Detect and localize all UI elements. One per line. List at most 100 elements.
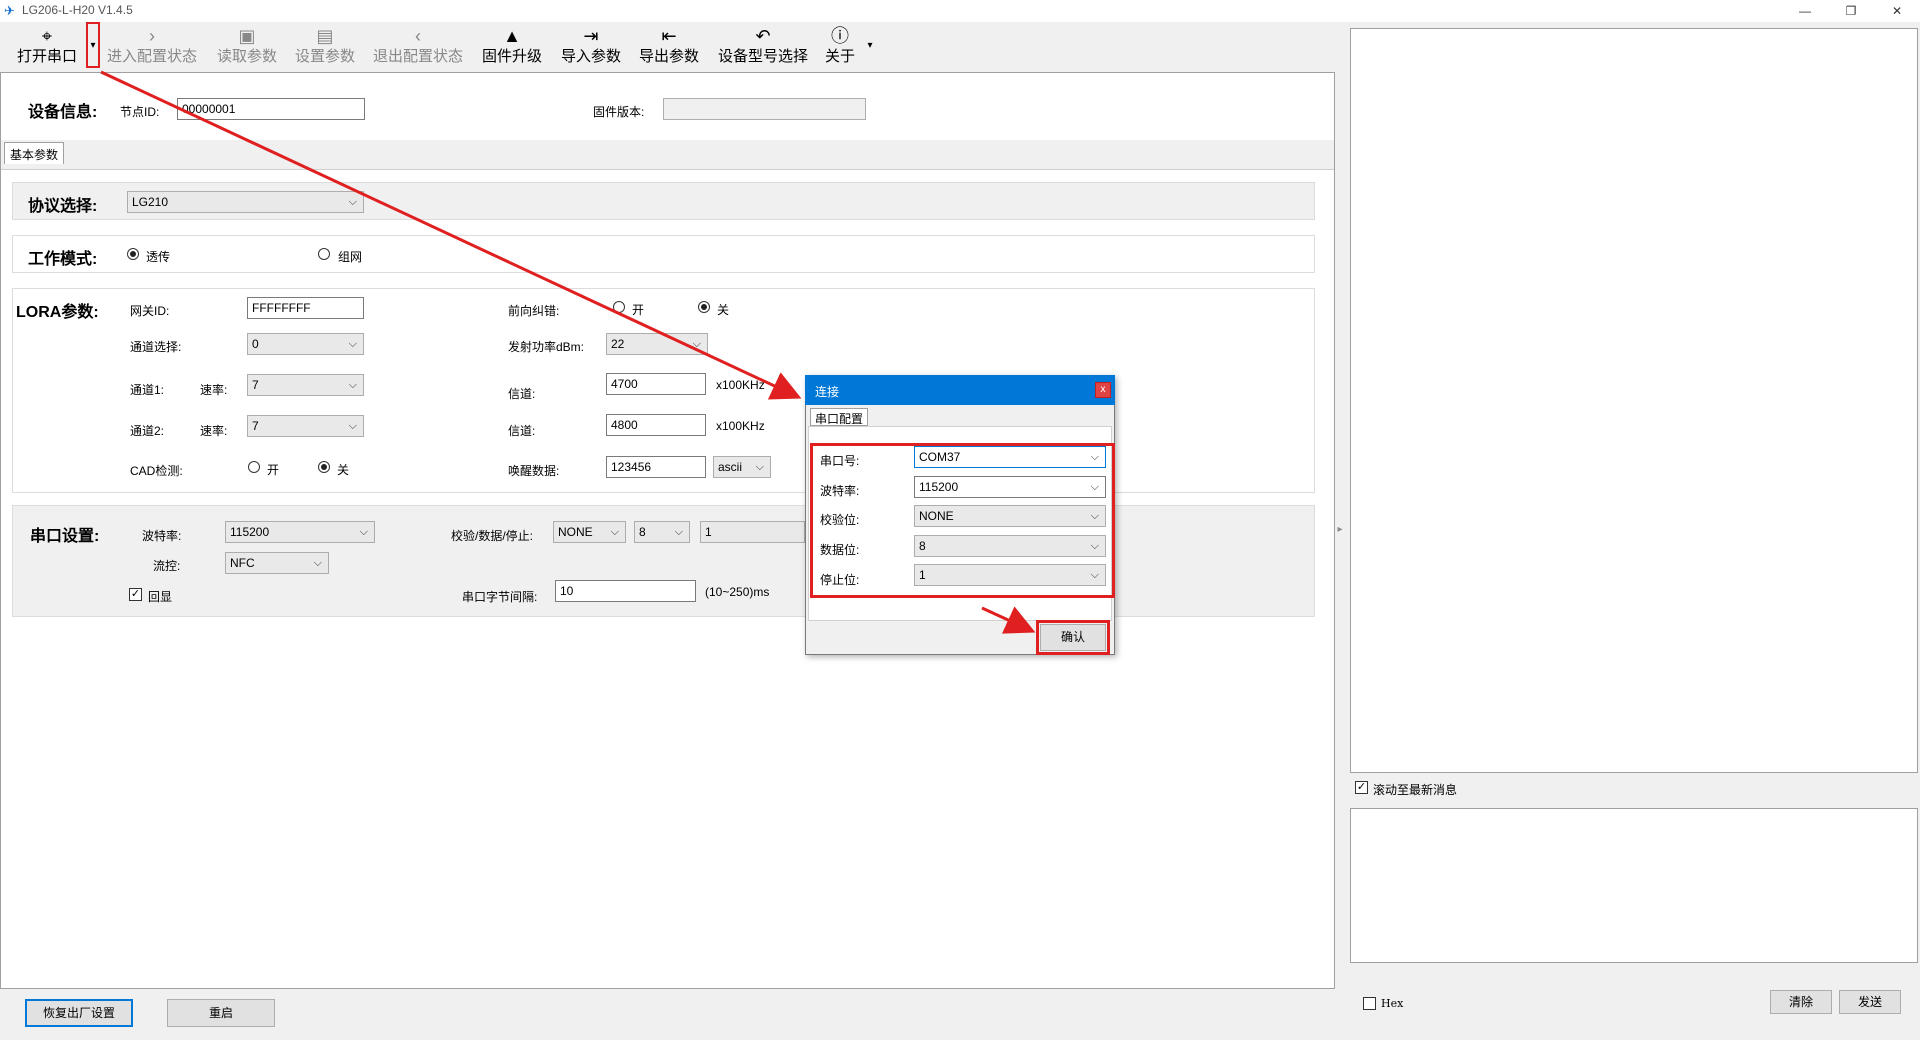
open-port-dropdown-icon[interactable]: ▾ bbox=[86, 22, 100, 68]
serial-parity-value: NONE bbox=[558, 525, 593, 539]
clear-button[interactable]: 清除 bbox=[1770, 990, 1832, 1014]
fec-on-radio[interactable] bbox=[613, 301, 625, 313]
import-params-button[interactable]: ⇥ 导入参数 bbox=[558, 22, 624, 70]
enter-config-button[interactable]: › 进入配置状态 bbox=[104, 22, 200, 70]
ch2-freq-unit: x100KHz bbox=[716, 419, 765, 433]
cad-on-label: 开 bbox=[267, 463, 280, 477]
fec-label: 前向纠错: bbox=[508, 304, 560, 318]
wake-data-label: 唤醒数据: bbox=[508, 464, 560, 478]
dialog-tab-serial-config[interactable]: 串口配置 bbox=[810, 408, 869, 426]
rocket-icon: ▲ bbox=[503, 26, 521, 46]
device-info-title: 设备信息: bbox=[28, 104, 98, 121]
work-mode-transparent-radio[interactable] bbox=[127, 248, 139, 260]
serial-stopbits-select[interactable]: 1 bbox=[700, 521, 805, 543]
chevron-down-icon: ⌵ bbox=[359, 526, 368, 538]
restart-button[interactable]: 重启 bbox=[167, 999, 275, 1027]
node-id-input[interactable]: 00000001 bbox=[177, 98, 365, 120]
toolbar-overflow-icon[interactable]: ▾ bbox=[864, 22, 876, 70]
chevron-down-icon: ⌵ bbox=[348, 379, 357, 391]
wake-data-input[interactable]: 123456 bbox=[606, 456, 706, 478]
read-icon: ▣ bbox=[238, 26, 256, 46]
chevron-right-icon: › bbox=[149, 26, 155, 46]
flow-select[interactable]: NFC ⌵ bbox=[225, 552, 329, 574]
exit-config-button[interactable]: ‹ 退出配置状态 bbox=[370, 22, 466, 70]
info-icon: ⓘ bbox=[831, 26, 849, 46]
ch2-freq-label: 信道: bbox=[508, 424, 536, 438]
echo-label: 回显 bbox=[148, 590, 173, 604]
undo-arrow-icon: ↶ bbox=[755, 26, 771, 46]
dialog-close-button[interactable]: x bbox=[1095, 382, 1111, 398]
close-button[interactable]: ✕ bbox=[1874, 0, 1920, 22]
protocol-value: LG210 bbox=[132, 195, 169, 209]
firmware-upgrade-button[interactable]: ▲ 固件升级 bbox=[479, 22, 545, 70]
chevron-down-icon: ⌵ bbox=[348, 196, 357, 208]
ch1-freq-input[interactable]: 4700 bbox=[606, 373, 706, 395]
flow-label: 流控: bbox=[153, 559, 181, 573]
toolbar: ⌖ 打开串口 › 进入配置状态 ▣ 读取参数 ▤ 设置参数 ‹ 退出配置状态 ▲… bbox=[0, 22, 1335, 70]
node-id-label: 节点ID: bbox=[120, 105, 160, 119]
cad-off-radio[interactable] bbox=[318, 461, 330, 473]
minimize-button[interactable]: — bbox=[1782, 0, 1828, 22]
splitter-handle[interactable]: ▸ bbox=[1335, 500, 1345, 560]
firmware-input bbox=[663, 98, 866, 120]
set-params-button[interactable]: ▤ 设置参数 bbox=[292, 22, 358, 70]
work-mode-network-label: 组网 bbox=[338, 250, 363, 264]
tx-power-select[interactable]: 22 ⌵ bbox=[606, 333, 708, 355]
gateway-id-input[interactable]: FFFFFFFF bbox=[247, 297, 364, 319]
cad-on-radio[interactable] bbox=[248, 461, 260, 473]
save-icon: ▤ bbox=[316, 26, 334, 46]
factory-reset-button[interactable]: 恢复出厂设置 bbox=[25, 999, 133, 1027]
lora-title: LORA参数: bbox=[16, 304, 99, 321]
hex-checkbox[interactable] bbox=[1363, 997, 1376, 1010]
channel-select-label: 通道选择: bbox=[130, 340, 182, 354]
open-port-button[interactable]: ⌖ 打开串口 bbox=[12, 22, 82, 70]
tab-strip bbox=[1, 140, 1334, 170]
model-select-button[interactable]: ↶ 设备型号选择 bbox=[714, 22, 812, 70]
channel-select[interactable]: 0 ⌵ bbox=[247, 333, 364, 355]
restore-button[interactable]: ❐ bbox=[1828, 0, 1874, 22]
flow-value: NFC bbox=[230, 556, 255, 570]
fec-off-radio[interactable] bbox=[698, 301, 710, 313]
serial-parity-select[interactable]: NONE ⌵ bbox=[553, 521, 626, 543]
echo-checkbox[interactable]: ✓ bbox=[129, 588, 142, 601]
serial-databits-select[interactable]: 8 ⌵ bbox=[634, 521, 690, 543]
chevron-left-icon: ‹ bbox=[415, 26, 421, 46]
chevron-down-icon: ⌵ bbox=[348, 420, 357, 432]
wake-format-select[interactable]: ascii ⌵ bbox=[713, 456, 771, 478]
autoscroll-checkbox[interactable]: ✓ bbox=[1355, 781, 1368, 794]
protocol-select[interactable]: LG210 ⌵ bbox=[127, 191, 364, 213]
tab-basic-params[interactable]: 基本参数 bbox=[4, 142, 65, 164]
ch2-rate-select[interactable]: 7 ⌵ bbox=[247, 415, 364, 437]
byte-interval-input[interactable]: 10 bbox=[555, 580, 696, 602]
ch1-label: 通道1: bbox=[130, 383, 165, 397]
dialog-fields-highlight bbox=[810, 443, 1115, 598]
ch2-freq-input[interactable]: 4800 bbox=[606, 414, 706, 436]
ch1-rate-label: 速率: bbox=[200, 383, 228, 397]
serial-baud-value: 115200 bbox=[230, 525, 270, 539]
about-button[interactable]: ⓘ 关于 bbox=[822, 22, 858, 70]
dialog-title: 连接 bbox=[815, 385, 840, 399]
byte-interval-unit: (10~250)ms bbox=[705, 585, 770, 599]
ch1-rate-select[interactable]: 7 ⌵ bbox=[247, 374, 364, 396]
location-pin-icon: ⌖ bbox=[41, 26, 53, 46]
work-mode-network-radio[interactable] bbox=[318, 248, 330, 260]
gateway-id-label: 网关ID: bbox=[130, 304, 170, 318]
firmware-label: 固件版本: bbox=[593, 105, 645, 119]
export-params-button[interactable]: ⇤ 导出参数 bbox=[636, 22, 702, 70]
wake-format-value: ascii bbox=[718, 460, 743, 474]
export-icon: ⇤ bbox=[661, 26, 677, 46]
tx-power-value: 22 bbox=[611, 337, 625, 351]
parity-data-stop-label: 校验/数据/停止: bbox=[451, 529, 534, 543]
receive-log-area[interactable] bbox=[1350, 28, 1918, 773]
send-text-area[interactable] bbox=[1350, 808, 1918, 963]
cad-label: CAD检测: bbox=[130, 464, 183, 478]
app-icon: ✈ bbox=[4, 3, 15, 18]
send-button[interactable]: 发送 bbox=[1839, 990, 1901, 1014]
window-title: LG206-L-H20 V1.4.5 bbox=[22, 3, 133, 17]
read-params-button[interactable]: ▣ 读取参数 bbox=[214, 22, 280, 70]
fec-on-label: 开 bbox=[632, 303, 645, 317]
serial-baud-select[interactable]: 115200 ⌵ bbox=[225, 521, 375, 543]
protocol-title: 协议选择: bbox=[28, 198, 98, 215]
ch2-rate-label: 速率: bbox=[200, 424, 228, 438]
confirm-highlight bbox=[1036, 620, 1110, 655]
